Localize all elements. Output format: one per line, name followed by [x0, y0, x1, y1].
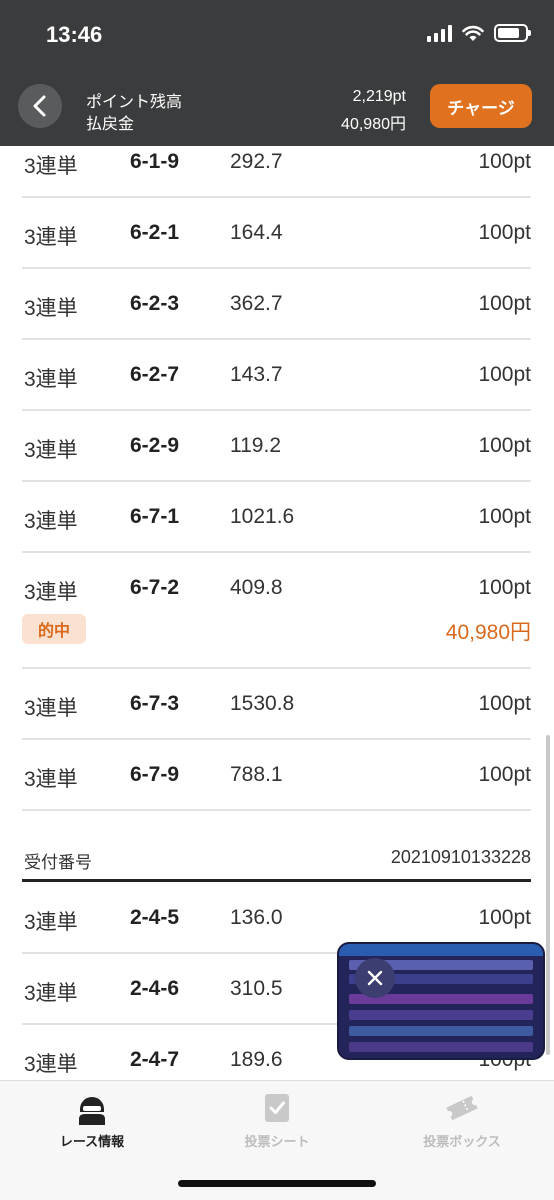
bet-row: 3連単 6-2-7 143.7 100pt: [22, 340, 531, 411]
bet-type: 3連単: [24, 768, 78, 791]
bet-amount: 100pt: [478, 505, 531, 528]
bet-odds: 189.6: [230, 1048, 283, 1071]
bet-odds: 143.7: [230, 363, 283, 386]
bet-type: 3連単: [24, 226, 78, 249]
tab-voting-sheet[interactable]: 投票シート: [207, 1091, 347, 1150]
bet-combination: 6-7-3: [130, 692, 180, 715]
bet-combination: 2-4-7: [130, 1048, 180, 1071]
bet-odds: 362.7: [230, 292, 283, 315]
bet-type: 3連単: [24, 697, 78, 720]
points-balance-value: 2,219pt: [352, 88, 406, 105]
battery-icon: [494, 24, 531, 42]
video-row: [349, 1026, 533, 1036]
bet-row: 3連単 6-2-9 119.2 100pt: [22, 411, 531, 482]
bet-odds: 1021.6: [230, 505, 295, 528]
bet-amount: 100pt: [478, 150, 531, 173]
bet-row: 3連単 6-7-3 1530.8 100pt: [22, 669, 531, 740]
bet-amount: 100pt: [478, 292, 531, 315]
receipt-number: 20210910133228: [390, 847, 531, 867]
bet-combination: 6-7-9: [130, 763, 180, 786]
bet-odds: 292.7: [230, 150, 283, 173]
bet-odds: 164.4: [230, 221, 283, 244]
tab-label: レース情報: [59, 1135, 125, 1150]
status-icons: [427, 24, 531, 42]
bet-type: 3連単: [24, 155, 78, 178]
bet-row-hit: 3連単 6-7-2 409.8 100pt 的中 40,980円: [22, 553, 531, 669]
bet-combination: 2-4-6: [130, 977, 180, 1000]
bet-combination: 6-2-7: [130, 363, 180, 386]
bet-row: 3連単 6-2-1 164.4 100pt: [22, 198, 531, 269]
bet-combination: 6-7-1: [130, 505, 180, 528]
bet-type: 3連単: [24, 368, 78, 391]
wifi-icon: [462, 25, 484, 41]
bet-type: 3連単: [24, 439, 78, 462]
tab-label: 投票ボックス: [423, 1135, 501, 1150]
checked-sheet-icon: [265, 1094, 289, 1122]
bet-row: 3連単 6-1-9 292.7 100pt: [22, 146, 531, 198]
race-video-pip[interactable]: [337, 942, 545, 1060]
bet-row: 3連単 6-2-3 362.7 100pt: [22, 269, 531, 340]
bet-odds: 119.2: [230, 434, 281, 457]
bet-amount: 100pt: [478, 763, 531, 786]
bet-row: 3連単 6-7-9 788.1 100pt: [22, 740, 531, 811]
tab-label: 投票シート: [244, 1135, 310, 1150]
video-row: [349, 1042, 533, 1052]
payout-amount: 40,980円: [445, 621, 531, 644]
close-icon: [367, 970, 383, 986]
bet-odds: 409.8: [230, 576, 283, 599]
home-indicator: [178, 1180, 376, 1187]
video-banner: [339, 944, 543, 956]
points-balance-label: ポイント残高: [86, 94, 183, 111]
tab-voting-box[interactable]: 投票ボックス: [392, 1091, 532, 1150]
cellular-signal-icon: [427, 24, 452, 42]
bet-row: 3連単 6-7-1 1021.6 100pt: [22, 482, 531, 553]
racer-helmet-icon: [79, 1097, 105, 1125]
refund-value: 40,980円: [341, 116, 406, 133]
bet-odds: 136.0: [230, 906, 283, 929]
charge-button[interactable]: チャージ: [430, 84, 532, 128]
bet-amount: 100pt: [478, 576, 531, 599]
bet-type: 3連単: [24, 982, 78, 1005]
bet-odds: 788.1: [230, 763, 283, 786]
bet-type: 3連単: [24, 581, 78, 604]
receipt-header: 受付番号 20210910133228: [22, 830, 531, 882]
status-time: 13:46: [46, 22, 103, 47]
bet-amount: 100pt: [478, 906, 531, 929]
bet-combination: 6-7-2: [130, 576, 180, 599]
ticket-icon: [446, 1095, 478, 1121]
bet-combination: 6-2-1: [130, 221, 180, 244]
app-header: 13:46 ポイント残高 払戻金 2,219pt 40,980円 チャージ: [0, 0, 554, 146]
bet-odds: 310.5: [230, 977, 283, 1000]
refund-label: 払戻金: [86, 116, 135, 133]
bet-amount: 100pt: [478, 363, 531, 386]
bet-combination: 6-2-9: [130, 434, 180, 457]
bet-odds: 1530.8: [230, 692, 295, 715]
bet-combination: 2-4-5: [130, 906, 180, 929]
bet-type: 3連単: [24, 297, 78, 320]
bet-amount: 100pt: [478, 692, 531, 715]
receipt-number-label: 受付番号: [24, 853, 92, 873]
tab-race-info[interactable]: レース情報: [22, 1091, 162, 1150]
bet-type: 3連単: [24, 1053, 78, 1076]
back-button[interactable]: [18, 84, 62, 128]
bet-combination: 6-2-3: [130, 292, 180, 315]
bet-type: 3連単: [24, 911, 78, 934]
scroll-indicator[interactable]: [546, 735, 550, 1055]
close-video-button[interactable]: [355, 958, 395, 998]
bet-amount: 100pt: [478, 221, 531, 244]
bet-type: 3連単: [24, 510, 78, 533]
video-row: [349, 1010, 533, 1020]
bet-amount: 100pt: [478, 434, 531, 457]
hit-badge: 的中: [22, 614, 86, 644]
chevron-left-icon: [33, 95, 46, 117]
bet-combination: 6-1-9: [130, 150, 180, 173]
